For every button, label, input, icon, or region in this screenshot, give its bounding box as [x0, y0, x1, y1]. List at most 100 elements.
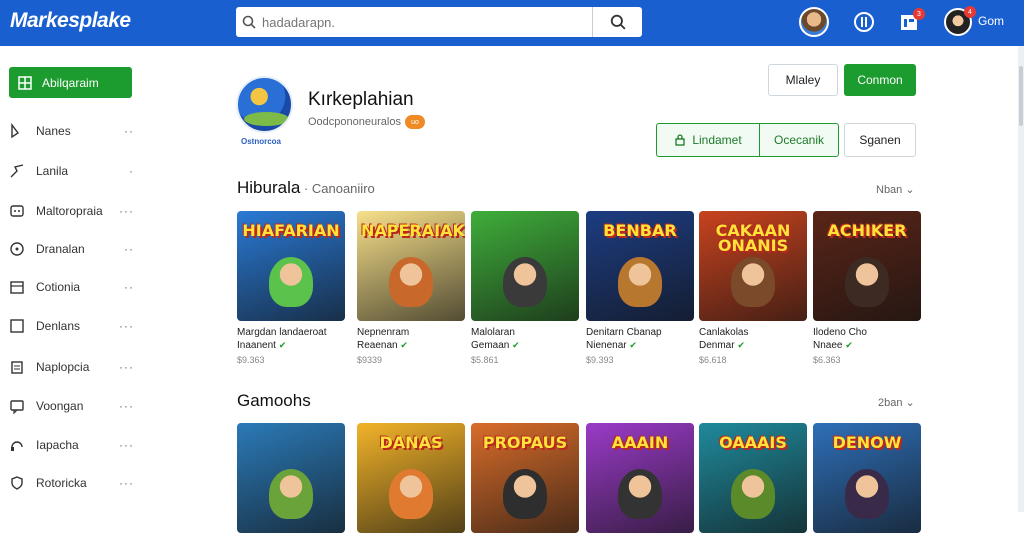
section-title: Gamoohs: [237, 391, 311, 411]
verified-icon: ✔: [737, 340, 745, 350]
sidebar-item-4[interactable]: Cotionia ··: [8, 274, 138, 300]
section-heading: Hiburala: [237, 178, 301, 197]
game-card[interactable]: BENBAR Denitarn Cbanap Nienenar ✔ $9.393: [586, 211, 696, 365]
game-thumbnail[interactable]: OAAAIS: [699, 423, 807, 533]
game-card[interactable]: CAKAAN ONANIS Canlakolas Denmar ✔ $6.618: [699, 211, 809, 365]
verified-icon: ✔: [278, 340, 287, 350]
search-icon: [610, 14, 626, 30]
install-segment: Lindamet Ocecanik: [656, 123, 839, 157]
sidebar-item-2[interactable]: Maltoropraia ···: [8, 198, 138, 224]
headset-icon: [8, 436, 26, 454]
arrow-icon: [8, 162, 26, 180]
game-thumbnail[interactable]: [237, 423, 345, 533]
sidebar-primary-label: Abilqaraim: [42, 75, 99, 90]
game-card[interactable]: PROPAUS: [471, 423, 581, 533]
scrollbar-thumb[interactable]: [1019, 66, 1023, 126]
game-name: Nepnenram Reaenan ✔: [357, 327, 410, 351]
follow-button[interactable]: Mlaley: [768, 64, 838, 96]
help-icon[interactable]: [848, 6, 880, 38]
game-card[interactable]: DENOW: [813, 423, 923, 533]
character-image: [389, 257, 433, 307]
sidebar-item-7[interactable]: Voongan ···: [8, 393, 138, 419]
calendar-icon: [8, 278, 26, 296]
profile-avatar[interactable]: [798, 6, 830, 38]
compass-icon: [8, 240, 26, 258]
chevron-down-icon: ⌄: [905, 397, 915, 409]
sidebar-item-5[interactable]: Denlans ···: [8, 313, 138, 339]
app-logo-caption: Ostnorcoa: [241, 137, 282, 146]
game-thumbnail[interactable]: CAKAAN ONANIS: [699, 211, 807, 321]
sidebar-item-8[interactable]: Iapacha ···: [8, 432, 138, 458]
see-more-label: Nban: [876, 184, 903, 196]
game-price: $9339: [357, 355, 383, 365]
thumbnail-title: DANAS: [379, 433, 443, 452]
share-button[interactable]: Sganen: [844, 123, 916, 157]
other-option-button[interactable]: Ocecanik: [760, 124, 838, 156]
game-thumbnail[interactable]: AAAIN: [586, 423, 694, 533]
install-label: Lindamet: [692, 133, 742, 147]
character-image: [845, 257, 889, 307]
verified-icon: ✔: [629, 340, 637, 350]
thumbnail-title: ACHIKER: [827, 221, 907, 240]
sidebar-item-6[interactable]: Naplopcia ···: [8, 354, 138, 380]
see-more-link[interactable]: Nban ⌄: [876, 183, 915, 196]
search-bar[interactable]: [236, 7, 642, 37]
game-card[interactable]: DANAS: [357, 423, 467, 533]
sidebar-item-label: Rotoricka: [36, 476, 87, 490]
game-thumbnail[interactable]: [471, 211, 579, 321]
game-card[interactable]: AAAIN: [586, 423, 696, 533]
user-name[interactable]: Gom: [978, 14, 1004, 28]
sidebar-item-3[interactable]: Dranalan ··: [8, 236, 138, 262]
sidebar-item-label: Nanes: [36, 124, 71, 138]
sidebar-item-label: Cotionia: [36, 280, 81, 294]
game-name: Margdan landaeroat Inaanent ✔: [237, 327, 327, 351]
game-thumbnail[interactable]: BENBAR: [586, 211, 694, 321]
clipboard-icon: [8, 358, 26, 376]
sidebar-item-label: Denlans: [36, 319, 81, 333]
game-card[interactable]: OAAAIS: [699, 423, 809, 533]
game-price: $9.393: [586, 355, 614, 365]
thumbnail-title: OAAAIS: [719, 433, 787, 452]
sidebar-item-label: Lanila: [36, 164, 69, 178]
sidebar-item-label: Dranalan: [36, 242, 85, 256]
game-card[interactable]: Malolaran Gemaan ✔ $5.861: [471, 211, 581, 365]
game-thumbnail[interactable]: ACHIKER: [813, 211, 921, 321]
game-thumbnail[interactable]: PROPAUS: [471, 423, 579, 533]
sidebar-item-9[interactable]: Rotoricka ···: [8, 470, 138, 496]
sidebar-item-label: Maltoropraia: [36, 204, 103, 218]
game-card[interactable]: ACHIKER Ilodeno Cho Nnaee ✔ $6.363: [813, 211, 923, 365]
game-thumbnail[interactable]: DENOW: [813, 423, 921, 533]
sidebar: Abilqaraim Nanes ·· Lanila · Maltoropraia ·…: [0, 46, 150, 512]
thumbnail-title: CAKAAN ONANIS: [715, 221, 791, 255]
game-card[interactable]: NAPERAIAK Nepnenram Reaenan ✔ $9339: [357, 211, 467, 365]
game-card[interactable]: HIAFARIAN Margdan landaeroat Inaanent ✔ $9.…: [237, 211, 347, 365]
search-button[interactable]: [592, 7, 642, 37]
primary-action-button[interactable]: Conmon: [844, 64, 916, 96]
game-price: $6.363: [813, 355, 841, 365]
messages-button[interactable]: 4: [942, 6, 976, 38]
verified-icon: ✔: [512, 340, 520, 350]
search-input[interactable]: [262, 9, 592, 35]
install-button[interactable]: Lindamet: [657, 124, 760, 156]
notifications-button[interactable]: 3: [893, 6, 925, 38]
scrollbar[interactable]: [1018, 46, 1024, 512]
sidebar-item-1[interactable]: Lanila ·: [8, 158, 138, 184]
thumbnail-title: HIAFARIAN: [242, 221, 340, 240]
sidebar-item-label: Voongan: [36, 399, 84, 413]
game-thumbnail[interactable]: NAPERAIAK: [357, 211, 465, 321]
see-more-link[interactable]: 2ban ⌄: [878, 396, 915, 409]
site-logo[interactable]: Markesplake: [10, 9, 131, 33]
section-heading: Gamoohs: [237, 391, 311, 410]
game-thumbnail[interactable]: DANAS: [357, 423, 465, 533]
game-price: $6.618: [699, 355, 727, 365]
sidebar-item-0[interactable]: Nanes ··: [8, 118, 138, 144]
sidebar-item-label: Naplopcia: [36, 360, 90, 374]
sidebar-primary-button[interactable]: Abilqaraim: [9, 67, 132, 98]
chevron-down-icon: ⌄: [905, 184, 915, 196]
gamepad-icon: [8, 202, 26, 220]
game-name: Canlakolas Denmar ✔: [699, 327, 749, 351]
game-card[interactable]: [237, 423, 347, 533]
game-thumbnail[interactable]: HIAFARIAN: [237, 211, 345, 321]
character-image: [503, 257, 547, 307]
tag-icon: [8, 122, 26, 140]
